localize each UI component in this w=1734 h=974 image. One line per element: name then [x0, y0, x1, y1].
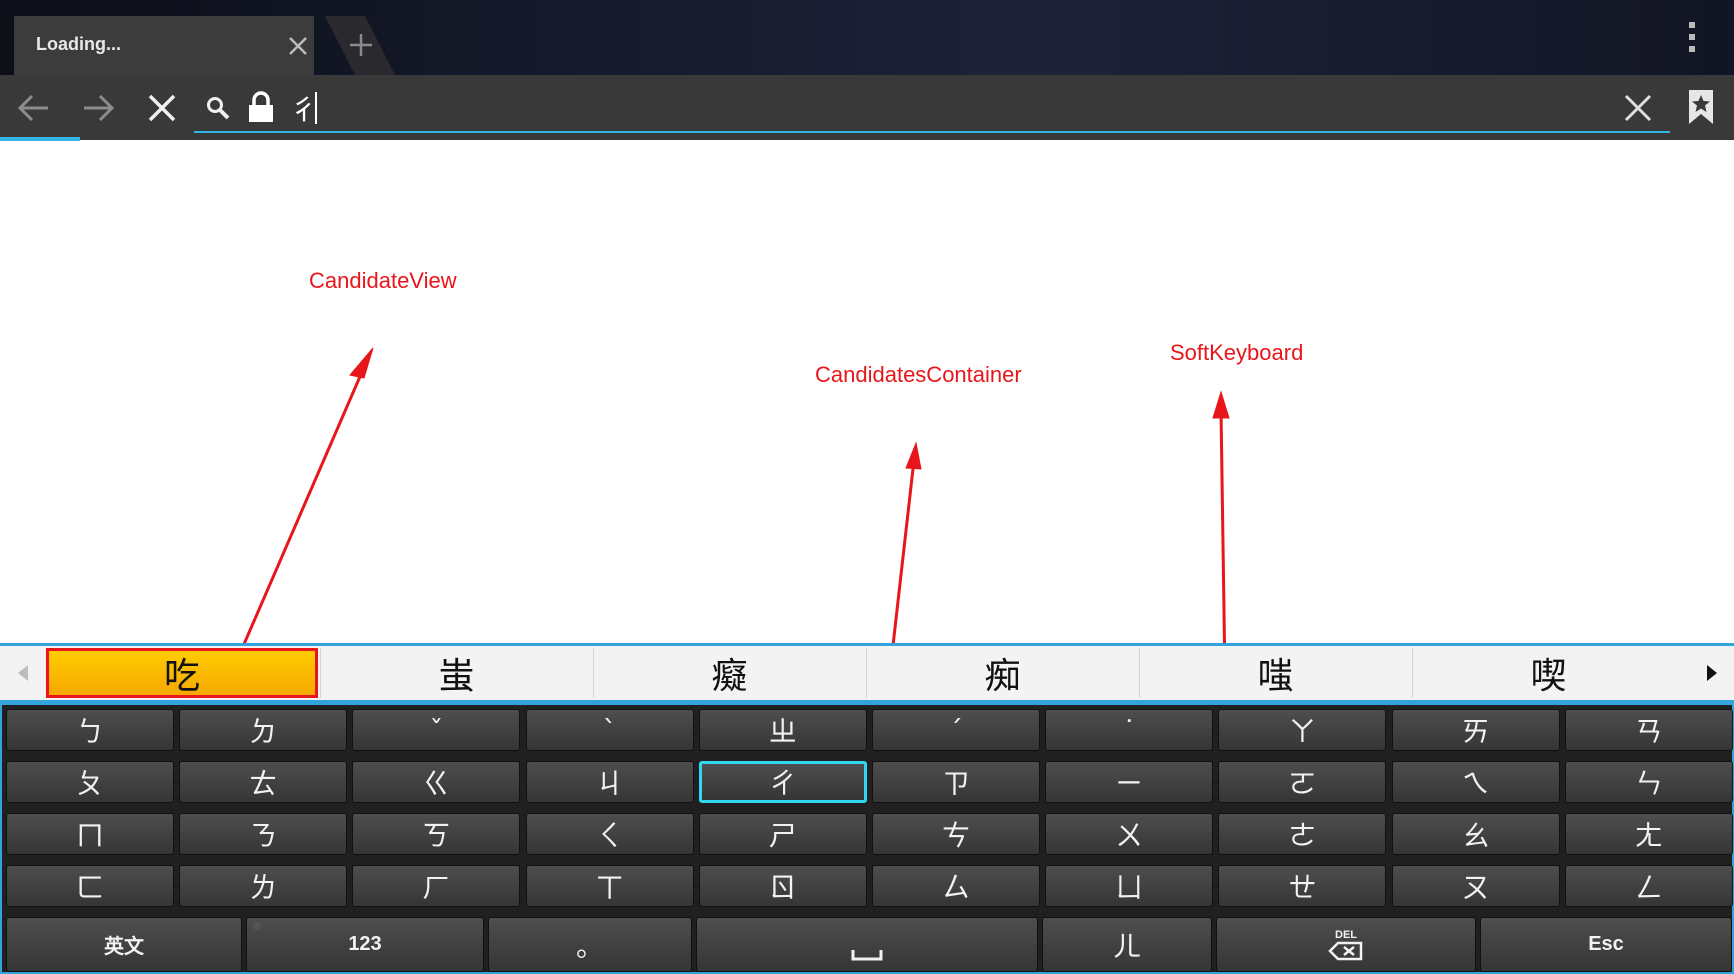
soft-keyboard: ㄅㄉ ˇ ˋ ㄓ ˊ ˙ ㄚㄞㄢㄆㄊㄍㄐㄔㄗㄧㄛㄟㄣㄇㄋㄎㄑㄕㄘㄨㄜㄠㄤㄈㄌㄏㄒㄖㄙㄩㄝㄡㄥ… [0, 703, 1734, 974]
bopomofo-key[interactable]: ㄐ [525, 761, 694, 803]
candidate-item[interactable]: 癡 [593, 648, 865, 698]
soft-keyboard-arrowhead [1212, 390, 1230, 419]
plus-icon[interactable] [346, 30, 376, 60]
bopomofo-key[interactable]: ㄈ [6, 865, 174, 907]
overflow-menu-icon[interactable] [1680, 20, 1704, 54]
candidate-item[interactable]: 嗤 [1139, 648, 1411, 698]
bopomofo-key[interactable]: ㄔ [698, 761, 867, 803]
bookmarks-icon[interactable] [1686, 88, 1716, 126]
bopomofo-key[interactable]: ㄊ [179, 761, 348, 803]
bopomofo-key[interactable]: ㄕ [698, 813, 867, 855]
bopomofo-key[interactable]: ㄅ [6, 709, 174, 751]
bopomofo-key[interactable]: ㄒ [525, 865, 694, 907]
numbers-key-label: 123 [348, 933, 382, 955]
bopomofo-key[interactable]: ㄌ [179, 865, 348, 907]
space-key[interactable] [696, 917, 1038, 972]
bopomofo-key[interactable]: ˙ [1045, 709, 1214, 751]
bopomofo-key[interactable]: ㄖ [698, 865, 867, 907]
candidate-item[interactable]: 喫 [1412, 648, 1684, 698]
scroll-left-arrow-icon[interactable] [2, 646, 44, 700]
bopomofo-key[interactable]: ㄠ [1391, 813, 1560, 855]
tab-strip: Loading... [0, 0, 1734, 75]
bopomofo-key[interactable]: ㄞ [1391, 709, 1560, 751]
bopomofo-key[interactable]: ㄜ [1218, 813, 1387, 855]
bopomofo-key[interactable]: ㄇ [6, 813, 174, 855]
bopomofo-key[interactable]: ˋ [525, 709, 694, 751]
text-cursor [315, 92, 317, 124]
candidate-item[interactable]: 蚩 [320, 648, 592, 698]
stop-loading-icon[interactable] [140, 86, 184, 130]
url-input-underline [194, 131, 1670, 133]
lock-icon [249, 91, 273, 122]
bopomofo-key[interactable]: ㄆ [6, 761, 174, 803]
er-key[interactable]: ㄦ [1042, 917, 1212, 972]
bopomofo-key[interactable]: ㄎ [352, 813, 521, 855]
delete-key[interactable]: DEL [1216, 917, 1476, 972]
candidate-view-arrow [236, 364, 367, 659]
bopomofo-key[interactable]: ㄛ [1218, 761, 1387, 803]
bopomofo-key[interactable]: ㄉ [179, 709, 348, 751]
tab-title: Loading... [36, 34, 121, 54]
candidates-container-annotation: CandidatesContainer [815, 362, 1022, 387]
candidate-item[interactable]: 痴 [866, 648, 1138, 698]
bopomofo-key[interactable]: ㄙ [872, 865, 1040, 907]
bopomofo-key[interactable]: ㄓ [698, 709, 867, 751]
back-arrow-icon[interactable] [12, 86, 56, 130]
candidate-view-arrowhead [349, 347, 374, 379]
bopomofo-key[interactable]: ㄍ [352, 761, 521, 803]
bopomofo-key[interactable]: ㄑ [525, 813, 694, 855]
bopomofo-key[interactable]: ㄘ [872, 813, 1040, 855]
clear-url-icon[interactable] [1620, 90, 1656, 126]
bopomofo-key[interactable]: ㄢ [1564, 709, 1733, 751]
bopomofo-key[interactable]: ㄥ [1564, 865, 1733, 907]
bopomofo-key[interactable]: ㄨ [1045, 813, 1214, 855]
bopomofo-key[interactable]: ㄧ [1045, 761, 1214, 803]
scroll-right-arrow-icon[interactable] [1690, 646, 1732, 700]
soft-keyboard-annotation: SoftKeyboard [1170, 340, 1304, 365]
candidate-view-annotation: CandidateView [309, 268, 457, 293]
delete-key-label: DEL [1335, 928, 1357, 941]
forward-arrow-icon[interactable] [76, 86, 120, 130]
bopomofo-key[interactable]: ㄗ [872, 761, 1040, 803]
bopomofo-key[interactable]: ㄣ [1564, 761, 1733, 803]
bopomofo-key[interactable]: ˊ [872, 709, 1040, 751]
page-load-progress [0, 137, 80, 141]
candidate-item[interactable]: 吃 [46, 648, 318, 698]
close-tab-icon[interactable] [282, 30, 314, 62]
candidates-container-arrowhead [905, 441, 922, 470]
bopomofo-key[interactable]: ㄩ [1045, 865, 1214, 907]
url-input[interactable] [288, 88, 1592, 128]
candidates-container-arrow [888, 459, 916, 673]
bopomofo-key[interactable]: ㄟ [1391, 761, 1560, 803]
bopomofo-key[interactable]: ㄏ [352, 865, 521, 907]
bopomofo-key[interactable]: ㄋ [179, 813, 348, 855]
candidates-container: 吃 蚩 癡 痴 嗤 喫 [0, 643, 1734, 703]
bopomofo-key[interactable]: ㄤ [1564, 813, 1733, 855]
english-mode-key[interactable]: 英文 [6, 917, 242, 972]
bopomofo-key[interactable]: ㄝ [1218, 865, 1387, 907]
backspace-icon [1328, 941, 1363, 960]
numbers-mode-key[interactable]: 123 [246, 917, 484, 972]
bopomofo-key[interactable]: ㄡ [1391, 865, 1560, 907]
search-icon [207, 97, 230, 120]
space-bar-icon [851, 949, 883, 960]
period-key[interactable]: 。 [488, 917, 692, 972]
bopomofo-key[interactable]: ㄚ [1218, 709, 1387, 751]
mode-indicator-dot [253, 922, 261, 930]
escape-key[interactable]: Esc [1480, 917, 1732, 972]
bopomofo-key[interactable]: ˇ [352, 709, 521, 751]
